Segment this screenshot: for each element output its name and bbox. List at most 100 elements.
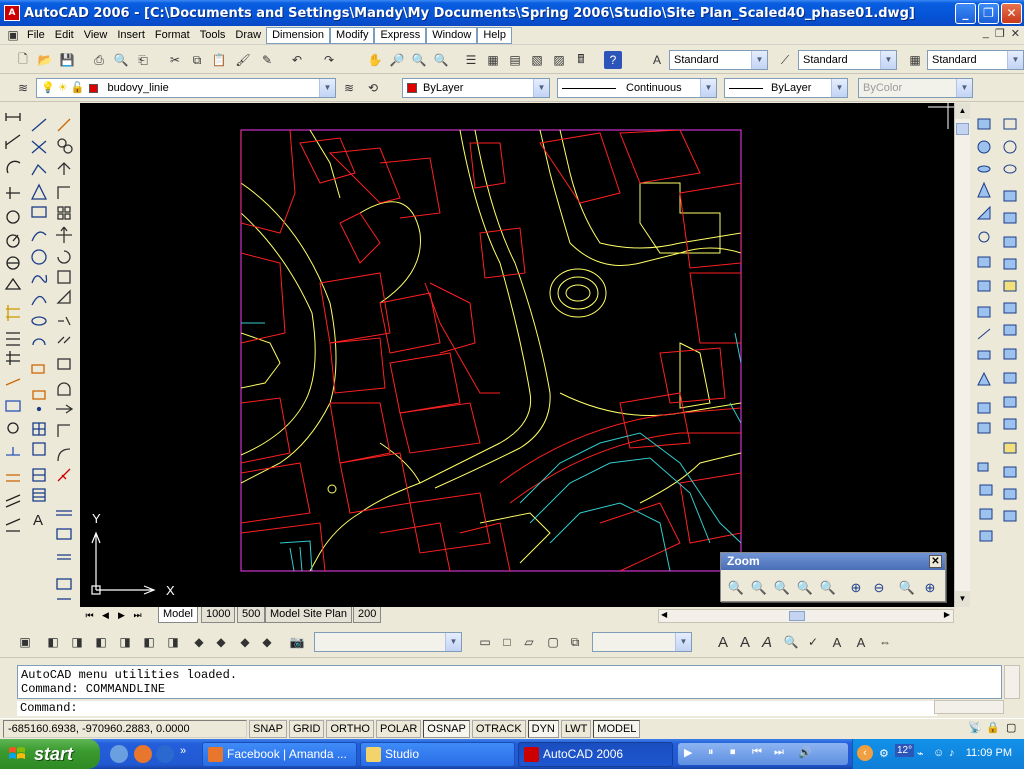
scale-text-icon[interactable]: A: [852, 633, 870, 651]
zoom-object-icon[interactable]: 🔍: [819, 579, 837, 597]
top-view-icon[interactable]: ◧: [44, 633, 62, 651]
close-button[interactable]: ✕: [1001, 2, 1022, 24]
copy-icon[interactable]: ⧉: [188, 51, 206, 69]
tray-icon-1[interactable]: ⚙: [879, 747, 889, 760]
right-view-icon[interactable]: ◨: [116, 633, 134, 651]
zoom-window-icon[interactable]: 🔍: [410, 51, 428, 69]
media-prev-icon[interactable]: ⏮: [752, 746, 762, 759]
tool-palettes-icon[interactable]: ▤: [506, 51, 524, 69]
linetype-select[interactable]: Continuous ▼: [557, 78, 717, 98]
command-input[interactable]: Command:: [17, 701, 937, 716]
menu-help[interactable]: Help: [477, 26, 512, 44]
firefox-quicklaunch-icon[interactable]: [134, 745, 152, 763]
polygonal-viewport-icon[interactable]: ▱: [520, 633, 538, 651]
document-icon[interactable]: ▣: [4, 27, 22, 44]
menu-modify[interactable]: Modify: [330, 26, 375, 44]
restore-button[interactable]: ❐: [978, 2, 999, 24]
media-pause-icon[interactable]: ⏸: [708, 746, 714, 759]
zoom-out-icon[interactable]: ⊖: [870, 579, 888, 597]
named-views-icon[interactable]: ▣: [16, 633, 34, 651]
scroll-left-icon[interactable]: ◀: [661, 610, 667, 619]
zoom-dynamic-icon[interactable]: 🔍: [750, 579, 768, 597]
clock[interactable]: 11:09 PM: [966, 747, 1012, 759]
tab-model-site-plan[interactable]: Model Site Plan: [265, 607, 353, 623]
front-view-icon[interactable]: ◧: [140, 633, 158, 651]
menu-tools[interactable]: Tools: [195, 27, 231, 44]
layer-select[interactable]: 💡 ☀ 🔓 budovy_linie ▼: [36, 78, 336, 98]
menu-window[interactable]: Window: [426, 26, 478, 44]
table-style-select[interactable]: Standard ▼: [927, 50, 1024, 70]
task-studio[interactable]: Studio: [360, 742, 515, 767]
layer-previous-icon[interactable]: ⟲: [364, 79, 382, 97]
zoom-previous-icon[interactable]: 🔍: [432, 51, 450, 69]
media-stop-icon[interactable]: ⏹: [730, 746, 736, 759]
redo-icon[interactable]: ↷: [320, 51, 338, 69]
zoom-window-icon[interactable]: 🔍: [727, 579, 745, 597]
zoom-extents-icon[interactable]: ⊕: [921, 579, 939, 597]
ie-quicklaunch-icon[interactable]: [110, 745, 128, 763]
model-toggle[interactable]: MODEL: [593, 720, 641, 738]
media-player-icon[interactable]: ▶: [684, 746, 692, 759]
spell-check-icon[interactable]: ✓: [804, 633, 822, 651]
single-line-text-icon[interactable]: A: [736, 633, 754, 651]
properties-icon[interactable]: ☰: [462, 51, 480, 69]
zoom-realtime-icon[interactable]: 🔎: [388, 51, 406, 69]
tab-1000[interactable]: 1000: [201, 607, 236, 623]
justify-text-icon[interactable]: ⇔: [876, 633, 894, 651]
text-style-select[interactable]: Standard ▼: [669, 50, 768, 70]
zoom-toolbar[interactable]: Zoom ✕ 🔍 🔍 🔍 🔍 🔍 ⊕ ⊖ 🔍 ⊕: [720, 552, 946, 602]
sw-iso-icon[interactable]: ◆: [190, 633, 208, 651]
menu-file[interactable]: File: [22, 27, 50, 44]
grid-toggle[interactable]: GRID: [288, 720, 325, 738]
tab-last-icon[interactable]: ⏭: [130, 608, 145, 622]
doc-minimize-button[interactable]: _: [983, 27, 989, 40]
messenger-icon[interactable]: ☺: [933, 747, 944, 759]
task-autocad[interactable]: AutoCAD 2006: [518, 742, 673, 767]
tab-next-icon[interactable]: ▶: [114, 608, 129, 622]
scroll-down-icon[interactable]: ▼: [955, 591, 970, 607]
task-facebook[interactable]: Facebook | Amanda ...: [202, 742, 357, 767]
sheet-set-icon[interactable]: ▧: [528, 51, 546, 69]
media-volume-icon[interactable]: 🔊: [798, 746, 812, 759]
tab-200[interactable]: 200: [353, 607, 382, 623]
tab-model[interactable]: Model: [158, 607, 198, 623]
left-view-icon[interactable]: ◧: [92, 633, 110, 651]
find-replace-icon[interactable]: 🔍: [782, 633, 800, 651]
color-select[interactable]: ByLayer ▼: [402, 78, 550, 98]
bottom-view-icon[interactable]: ◨: [68, 633, 86, 651]
tab-prev-icon[interactable]: ◀: [98, 608, 113, 622]
doc-close-button[interactable]: ✕: [1011, 27, 1020, 40]
dim-style-icon[interactable]: ⟋: [776, 51, 794, 69]
undo-icon[interactable]: ↶: [288, 51, 306, 69]
clip-viewport-icon[interactable]: ⧉: [566, 633, 584, 651]
nw-iso-icon[interactable]: ◆: [258, 633, 276, 651]
plot-icon[interactable]: ⎙: [90, 51, 108, 69]
weather-temp[interactable]: 12°: [895, 744, 915, 757]
menu-edit[interactable]: Edit: [50, 27, 79, 44]
match-properties-icon[interactable]: 🖌: [234, 51, 252, 69]
comm-center-icon[interactable]: 📡: [968, 721, 982, 734]
polar-toggle[interactable]: POLAR: [376, 720, 422, 738]
camera-icon[interactable]: 📷: [288, 633, 306, 651]
autocad-app-icon[interactable]: A: [4, 5, 20, 21]
se-iso-icon[interactable]: ◆: [212, 633, 230, 651]
layer-manager-icon[interactable]: ≋: [14, 79, 32, 97]
dim-style-select[interactable]: Standard ▼: [798, 50, 897, 70]
scroll-up-icon[interactable]: ▲: [955, 103, 970, 119]
calculator-icon[interactable]: 🖩: [572, 51, 590, 69]
zoom-center-icon[interactable]: 🔍: [796, 579, 814, 597]
new-icon[interactable]: 🗋: [14, 51, 32, 69]
multiline-text-icon[interactable]: A: [714, 633, 732, 651]
media-player-quicklaunch-icon[interactable]: [156, 745, 174, 763]
single-viewport-icon[interactable]: □: [498, 633, 516, 651]
paste-icon[interactable]: 📋: [210, 51, 228, 69]
menu-format[interactable]: Format: [150, 27, 195, 44]
minimize-button[interactable]: _: [955, 2, 976, 24]
ne-iso-icon[interactable]: ◆: [236, 633, 254, 651]
lwt-toggle[interactable]: LWT: [560, 720, 592, 738]
tab-first-icon[interactable]: ⏮: [82, 608, 97, 622]
save-icon[interactable]: 💾: [58, 51, 76, 69]
table-style-icon[interactable]: ▦: [906, 51, 924, 69]
convert-viewport-icon[interactable]: ▢: [544, 633, 562, 651]
quicklaunch-expand-icon[interactable]: »: [180, 745, 186, 757]
